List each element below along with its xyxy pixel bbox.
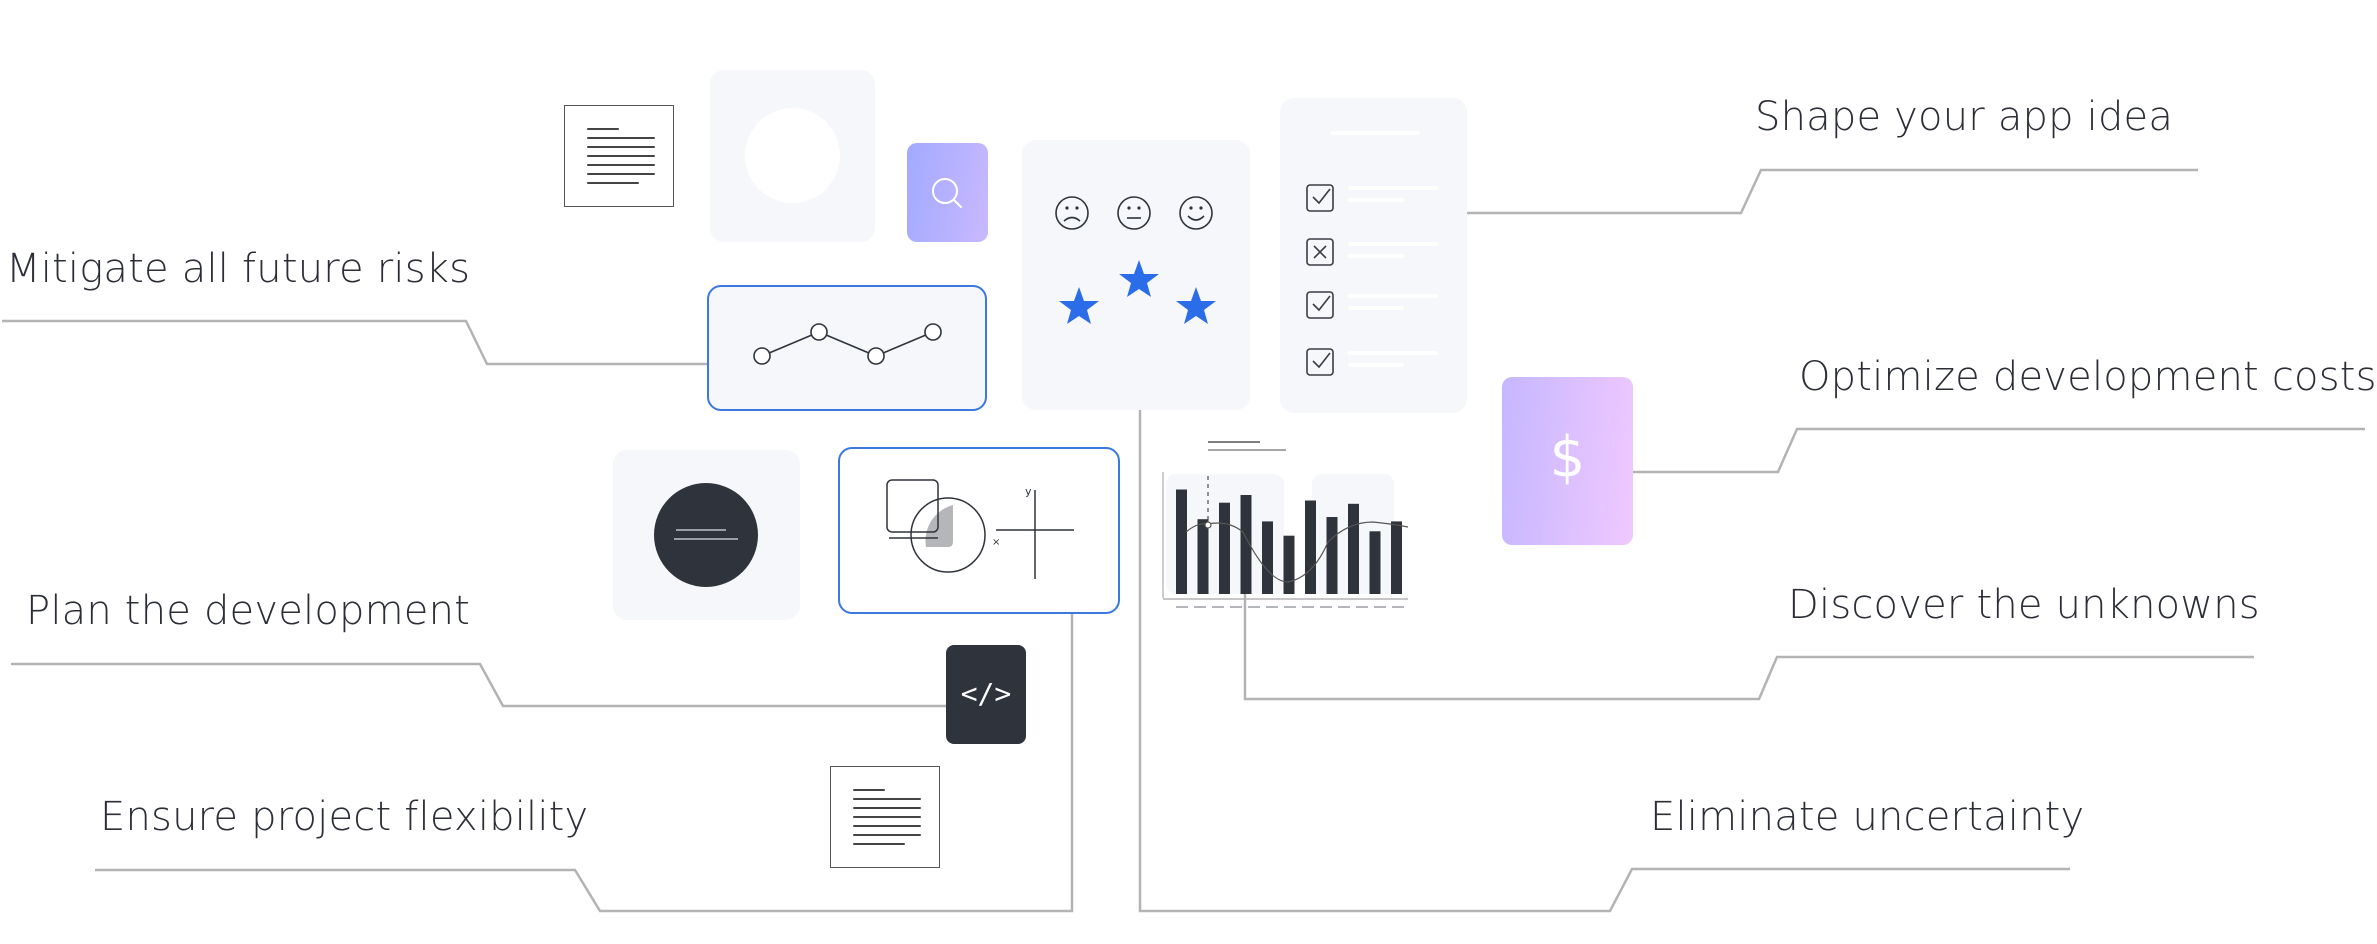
search-card	[907, 143, 988, 242]
circle-placeholder	[745, 108, 840, 203]
geometry-illustration: y ×	[886, 479, 1074, 579]
neutral-face-icon	[1117, 196, 1151, 230]
dark-circle	[654, 483, 758, 587]
sad-face-icon	[1055, 196, 1089, 230]
checkbox-checked-icon	[1306, 348, 1334, 376]
bar	[1219, 502, 1230, 594]
code-card: </>	[946, 645, 1026, 744]
geometry-card: y ×	[838, 447, 1120, 614]
line-chart	[753, 323, 942, 365]
line-series	[761, 331, 934, 357]
bar-chart-illustration	[1158, 432, 1408, 612]
star-icon	[1119, 260, 1159, 297]
dark-circle-card	[613, 450, 800, 620]
cost-card: $	[1502, 377, 1633, 545]
bar	[1305, 500, 1316, 594]
line-point	[924, 323, 942, 341]
line-point	[810, 323, 828, 341]
bar	[1391, 521, 1402, 594]
label-ensure-flexibility: Ensure project flexibility	[100, 794, 589, 840]
ratings-illustration	[1055, 196, 1216, 324]
checkbox-crossed-icon	[1306, 238, 1334, 266]
connector-mitigate-risks	[2, 319, 707, 366]
checkbox-checked-icon	[1306, 291, 1334, 319]
y-axis-letter: y	[1025, 485, 1032, 498]
code-icon: </>	[960, 677, 1012, 710]
bar	[1283, 535, 1295, 594]
happy-face-icon	[1179, 196, 1213, 230]
document-icon	[564, 105, 674, 207]
dollar-icon: $	[1549, 425, 1586, 490]
line-chart-card	[707, 285, 987, 411]
bar	[1348, 503, 1359, 594]
connector-shape-app-idea	[1467, 168, 2198, 215]
image-placeholder-card	[710, 70, 875, 242]
label-shape-app-idea: Shape your app idea	[1755, 94, 2174, 140]
star-icon	[1176, 287, 1216, 324]
label-discover-unknowns: Discover the unknowns	[1788, 582, 2260, 628]
x-axis-letter: ×	[992, 537, 1000, 548]
ratings-card	[1022, 140, 1250, 410]
bar-chart	[1162, 441, 1408, 608]
star-icon	[1059, 287, 1099, 324]
bar	[1197, 519, 1209, 594]
connector-optimize-costs	[1633, 427, 2365, 474]
marker-point	[1204, 521, 1212, 529]
checklist-card	[1280, 98, 1467, 413]
document-icon	[830, 766, 940, 868]
bar	[1369, 531, 1381, 594]
bar	[1176, 489, 1187, 594]
label-plan-development: Plan the development	[26, 588, 471, 634]
bar	[1326, 517, 1338, 594]
checklist	[1306, 184, 1438, 376]
line-point	[753, 347, 771, 365]
checkbox-checked-icon	[1306, 184, 1334, 212]
connector-plan-development	[11, 662, 946, 708]
search-icon	[932, 178, 962, 208]
bar	[1262, 521, 1273, 594]
label-eliminate-uncertainty: Eliminate uncertainty	[1650, 794, 2085, 840]
label-optimize-costs: Optimize development costs	[1799, 354, 2377, 400]
line-point	[867, 347, 885, 365]
label-mitigate-risks: Mitigate all future risks	[6, 246, 471, 292]
